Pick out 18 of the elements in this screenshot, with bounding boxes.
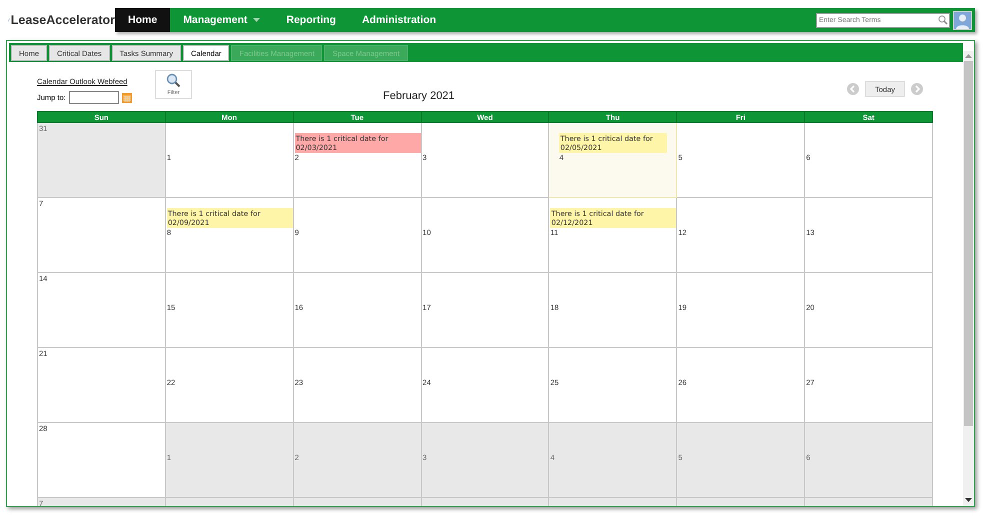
logo-text: LeaseAccelerator (10, 13, 115, 27)
caret-icon (253, 18, 260, 22)
avatar-icon[interactable] (953, 10, 972, 30)
date-field[interactable] (68, 91, 119, 104)
search-icon (166, 73, 181, 88)
next-icon[interactable] (911, 83, 923, 95)
calendar-icon[interactable] (122, 92, 132, 102)
scroll-up-icon[interactable] (965, 53, 972, 58)
scrollbar[interactable] (963, 51, 974, 506)
previous-icon[interactable] (846, 83, 859, 95)
scrollbar-thumb[interactable] (964, 61, 973, 426)
month-title: February 2021 (383, 90, 455, 102)
nav-item[interactable]: Administration (348, 8, 450, 32)
search-icon[interactable] (938, 14, 948, 24)
nav-item[interactable]: Home (115, 8, 170, 32)
nav-item[interactable]: Management (170, 8, 274, 32)
nav-item[interactable]: Reporting (273, 8, 349, 32)
scroll-down-icon[interactable] (965, 498, 972, 503)
